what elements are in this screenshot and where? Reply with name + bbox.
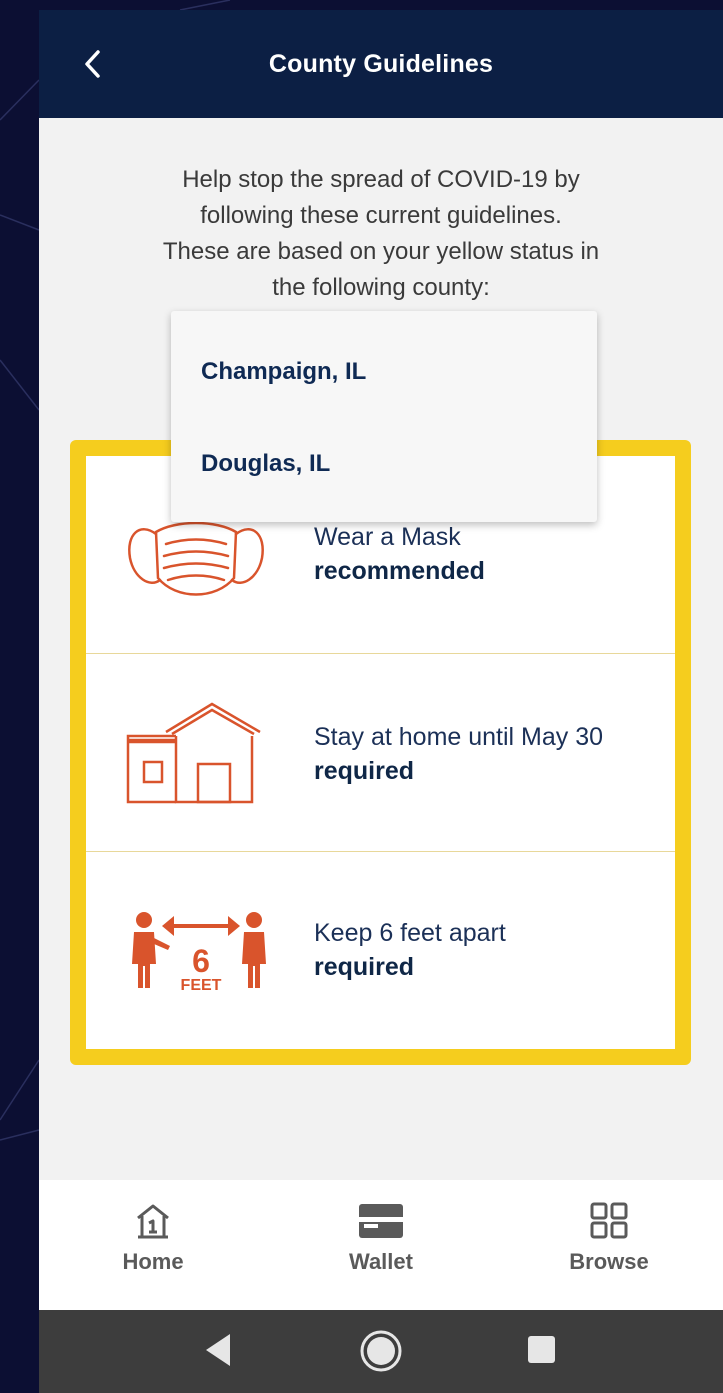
back-triangle-icon[interactable] (203, 1328, 233, 1372)
county-dropdown-menu: Champaign, IL Douglas, IL (171, 311, 597, 522)
guidelines-list: Wear a Mask recommended Stay at home unt… (86, 456, 675, 1049)
distance-number: 6 (192, 943, 210, 979)
county-option-champaign[interactable]: Champaign, IL (201, 358, 366, 386)
intro-line: following these current guidelines. (200, 202, 562, 229)
grid-icon (590, 1202, 628, 1239)
guideline-label: Keep 6 feet apart (314, 919, 506, 947)
guideline-row-distance: 6 FEET Keep 6 feet apart required (86, 852, 675, 1050)
guideline-status: recommended (314, 557, 485, 585)
guideline-text: Stay at home until May 30 required (314, 720, 603, 788)
home-icon (137, 1204, 169, 1239)
tab-home[interactable]: Home (73, 1202, 233, 1275)
guideline-text: Wear a Mask recommended (314, 520, 485, 588)
guideline-label: Stay at home until May 30 (314, 723, 604, 751)
tab-label: Wallet (349, 1249, 413, 1274)
system-navigation-bar (39, 1310, 723, 1393)
social-distance-icon: 6 FEET (132, 912, 266, 992)
house-icon (126, 702, 261, 804)
guideline-text: Keep 6 feet apart required (314, 916, 506, 984)
distance-unit: FEET (181, 977, 222, 992)
tab-label: Browse (569, 1249, 649, 1274)
intro-line: the following county: (272, 274, 490, 301)
header-bar: County Guidelines (39, 10, 723, 118)
guideline-row-stay-home: Stay at home until May 30 required (86, 654, 675, 852)
intro-line: These are based on your yellow status in (162, 238, 600, 265)
recents-square-icon[interactable] (525, 1328, 557, 1372)
app-screen: County Guidelines Help stop the spread o… (39, 10, 723, 1393)
guideline-label: Wear a Mask (314, 523, 461, 551)
guideline-status: required (314, 757, 415, 785)
back-button[interactable] (73, 44, 113, 84)
intro-text: Help stop the spread of COVID-19 by foll… (79, 162, 683, 306)
guideline-status: required (314, 953, 415, 981)
wallet-icon (359, 1204, 403, 1238)
intro-line: Help stop the spread of COVID-19 by (182, 166, 580, 193)
tab-wallet[interactable]: Wallet (301, 1202, 461, 1275)
guidelines-card: Wear a Mask recommended Stay at home unt… (70, 440, 691, 1065)
tab-label: Home (122, 1249, 184, 1274)
bottom-tab-bar: Home Wallet Browse (39, 1180, 723, 1310)
county-option-douglas[interactable]: Douglas, IL (201, 450, 330, 478)
home-circle-icon[interactable] (358, 1328, 404, 1374)
tab-browse[interactable]: Browse (529, 1202, 689, 1275)
page-title: County Guidelines (268, 49, 494, 78)
face-mask-icon (128, 521, 264, 596)
chevron-left-icon (85, 50, 100, 78)
